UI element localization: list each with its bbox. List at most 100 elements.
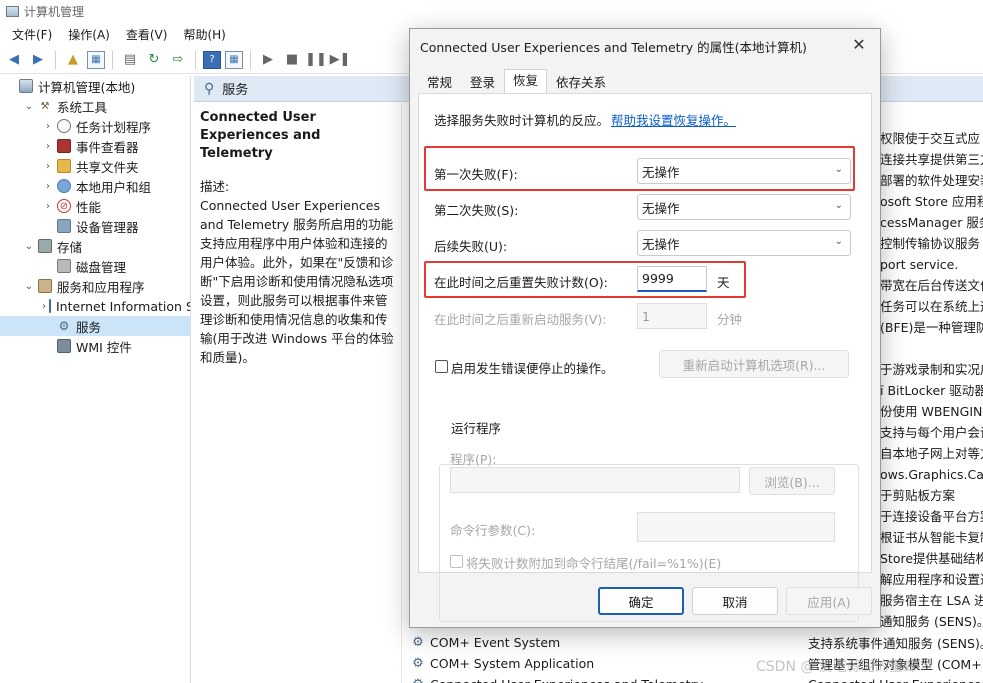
subsequent-failure-value: 无操作 — [642, 236, 680, 252]
chevron-down-icon: ⌄ — [834, 236, 843, 247]
action-pane-icon[interactable]: ▦ — [225, 50, 243, 69]
tree-item-label: 性能 — [76, 199, 102, 215]
tab-general[interactable]: 常规 — [418, 71, 461, 93]
tree-item[interactable]: › Internet Information Services — [0, 296, 190, 316]
enable-stop-actions-checkbox[interactable] — [435, 360, 448, 373]
tree-item[interactable]: 设备管理器 — [0, 216, 190, 236]
chevron-down-icon: ⌄ — [834, 164, 843, 175]
apply-button[interactable]: 应用(A) — [786, 587, 872, 615]
event-icon — [57, 139, 71, 153]
gear-icon: ⚙ — [412, 635, 424, 650]
service-properties-dialog: Connected User Experiences and Telemetry… — [409, 28, 881, 628]
service-description: 于剪贴板方案 — [880, 488, 956, 503]
help-recovery-link[interactable]: 帮助我设置恢复操作。 — [611, 110, 736, 129]
chevron-down-icon: ⌄ — [834, 200, 843, 211]
service-description: 部署的软件处理安装 — [880, 173, 983, 188]
append-fail-count-checkbox[interactable] — [450, 555, 463, 568]
chevron-right-icon[interactable]: › — [42, 201, 54, 212]
reset-count-unit: 天 — [717, 275, 730, 290]
pause-service-icon[interactable]: ❚❚ — [305, 50, 327, 70]
description-label: 描述: — [200, 179, 230, 194]
cmd-args-input[interactable] — [637, 512, 835, 542]
properties-icon[interactable]: ▤ — [120, 50, 140, 70]
chevron-right-icon[interactable]: › — [42, 161, 54, 172]
watermark: CSDN @ 爱吃蒜泥的蜜蜂 — [756, 659, 917, 675]
restart-service-icon[interactable]: ▶❚ — [330, 50, 351, 70]
tree-item[interactable]: ⌄ 服务和应用程序 — [0, 276, 190, 296]
browse-button[interactable]: 浏览(B)... — [749, 467, 835, 495]
window-title: 计算机管理 — [24, 4, 85, 19]
tree-item[interactable]: 计算机管理(本地) — [0, 76, 190, 96]
help-icon[interactable]: ? — [203, 50, 221, 69]
restart-after-input[interactable]: 1 — [637, 303, 707, 329]
chevron-down-icon[interactable]: ⌄ — [23, 281, 35, 292]
tree-item-label: 服务 — [76, 319, 102, 335]
close-icon[interactable]: ✕ — [848, 33, 870, 55]
second-failure-value: 无操作 — [642, 200, 680, 216]
dialog-title: Connected User Experiences and Telemetry… — [420, 40, 807, 55]
tree-item[interactable]: › 本地用户和组 — [0, 176, 190, 196]
tree-item[interactable]: 磁盘管理 — [0, 256, 190, 276]
second-failure-select[interactable]: 无操作 ⌄ — [637, 194, 851, 220]
enable-stop-actions-label: 启用发生错误便停止的操作。 — [451, 361, 614, 376]
chevron-down-icon[interactable]: ⌄ — [23, 241, 35, 252]
reset-count-input[interactable]: 9999 — [637, 266, 707, 292]
menu-view[interactable]: 查看(V) — [118, 26, 176, 43]
service-description: 于游戏录制和实况广 — [880, 362, 983, 377]
chevron-right-icon[interactable]: › — [42, 301, 46, 312]
tab-dependencies[interactable]: 依存关系 — [547, 71, 615, 93]
tab-recovery[interactable]: 恢复 — [504, 69, 548, 93]
window-titlebar: 计算机管理 — [0, 0, 983, 22]
search-icon: ⚲ — [204, 80, 215, 97]
gear-icon: ⚙ — [58, 319, 70, 333]
stop-service-icon[interactable]: ■ — [282, 50, 302, 70]
chevron-right-icon[interactable]: › — [42, 121, 54, 132]
tree-item[interactable]: ⌄ ⚒ 系统工具 — [0, 96, 190, 116]
start-service-icon[interactable]: ▶ — [258, 50, 278, 70]
program-input[interactable] — [450, 467, 740, 493]
restart-computer-options-button[interactable]: 重新启动计算机选项(R)... — [659, 350, 849, 378]
root-icon — [19, 79, 33, 93]
up-folder-icon[interactable]: ▲ — [63, 50, 83, 70]
toolbar-separator — [250, 50, 251, 69]
iis-icon — [49, 299, 51, 313]
tree-item[interactable]: › 任务计划程序 — [0, 116, 190, 136]
service-description: 带宽在后台传送文件 — [880, 278, 983, 293]
tree-item[interactable]: › 共享文件夹 — [0, 156, 190, 176]
service-name: Connected User Experiences and Telemetry — [430, 677, 810, 683]
chevron-right-icon[interactable]: › — [42, 181, 54, 192]
refresh-icon[interactable]: ↻ — [144, 50, 164, 70]
ok-button[interactable]: 确定 — [598, 587, 684, 615]
tree-item-label: Internet Information Services — [56, 298, 190, 314]
subsequent-failure-label: 后续失败(U): — [434, 239, 508, 254]
tree-item[interactable]: › 事件查看器 — [0, 136, 190, 156]
tree-item[interactable]: › ⊘ 性能 — [0, 196, 190, 216]
menu-action[interactable]: 操作(A) — [60, 26, 118, 43]
chevron-right-icon[interactable]: › — [42, 141, 54, 152]
service-description: 服务宿主在 LSA 进程 — [880, 593, 983, 608]
service-row[interactable]: ⚙ COM+ Event System 支持系统事件通知服务 (SENS)。 — [404, 632, 983, 653]
service-description: 支持系统事件通知服务 (SENS)。 — [808, 636, 983, 651]
tab-logon[interactable]: 登录 — [461, 71, 504, 93]
first-failure-select[interactable]: 无操作 ⌄ — [637, 158, 851, 184]
first-failure-value: 无操作 — [642, 164, 680, 180]
tree-item-label: 存储 — [57, 239, 83, 255]
show-hide-tree-icon[interactable]: ▦ — [87, 50, 105, 69]
tree-item[interactable]: ⌄ 存储 — [0, 236, 190, 256]
tree-item-label: 共享文件夹 — [76, 159, 139, 175]
forward-arrow-icon[interactable]: ▶ — [28, 50, 48, 70]
service-description: 通知服务 (SENS)。 — [880, 614, 983, 629]
service-description: 根证书从智能卡复制 — [880, 530, 983, 545]
menu-file[interactable]: 文件(F) — [4, 26, 60, 43]
computer-management-icon — [6, 5, 19, 17]
subsequent-failure-select[interactable]: 无操作 ⌄ — [637, 230, 851, 256]
service-description: 连接共享提供第三方 — [880, 152, 983, 167]
export-list-icon[interactable]: ⇨ — [168, 50, 188, 70]
chevron-down-icon[interactable]: ⌄ — [23, 101, 35, 112]
back-arrow-icon[interactable]: ◀ — [4, 50, 24, 70]
service-description: 份使用 WBENGINE — [880, 404, 983, 419]
cancel-button[interactable]: 取消 — [692, 587, 778, 615]
menu-help[interactable]: 帮助(H) — [175, 26, 233, 43]
tree-item[interactable]: ⚙ 服务 — [0, 316, 190, 336]
tree-item[interactable]: WMI 控件 — [0, 336, 190, 356]
